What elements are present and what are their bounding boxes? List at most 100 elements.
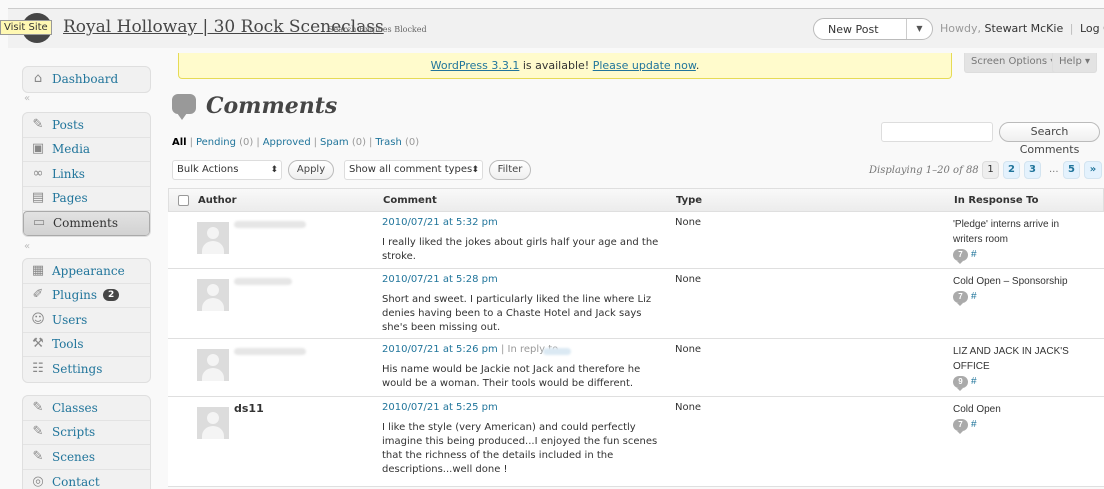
table-row: 2010/07/21 at 5:32 pm I really liked the… [168,212,1104,269]
update-now-link[interactable]: Please update now [593,59,696,72]
page-title: Comments [206,93,338,119]
comment-count-bubble-icon[interactable]: 9 [953,376,968,391]
appearance-icon: ▦ [31,262,45,278]
page-link-3[interactable]: 3 [1024,161,1041,179]
select-stepper-icon: ⬍ [270,165,278,175]
comment-count-bubble-icon[interactable]: 7 [953,419,968,434]
sidebar-item-label: Pages [52,191,88,206]
sidebar-item-settings[interactable]: ☷ Settings [23,357,150,382]
table-row: ds11 2010/07/21 at 5:25 pm I like the st… [168,397,1104,487]
avatar [197,407,229,439]
column-header-author[interactable]: Author [198,195,237,206]
comment-count-bubble-icon[interactable]: 7 [953,291,968,306]
sidebar-item-plugins[interactable]: ✐ Plugins 2 [23,284,150,308]
select-all-checkbox[interactable] [178,195,189,206]
home-icon: ⌂ [33,71,43,87]
sidebar-item-appearance[interactable]: ▦ Appearance [23,259,150,284]
filter-button[interactable]: Filter [489,160,531,180]
sidebar-item-users[interactable]: ☺ Users [23,308,150,333]
pin-icon: ✎ [32,399,44,415]
sidebar-menu-content: ✎ Posts ▣ Media ∞ Links ▤ Pages ▭ Commen… [22,112,151,237]
settings-icon: ☷ [32,361,44,377]
in-response-to: 'Pledge' interns arrive in writers room … [953,217,1088,264]
page-link-5[interactable]: 5 [1063,161,1080,179]
filter-spam-link[interactable]: Spam [320,137,349,148]
sidebar-item-links[interactable]: ∞ Links [23,162,150,187]
table-row: 2010/07/21 at 5:26 pm | In reply to His … [168,339,1104,397]
menu-separator-arrow-icon[interactable]: « [24,241,30,252]
update-notice: WordPress 3.3.1 is available! Please upd… [178,53,952,79]
tools-icon: ⚒ [32,336,44,352]
sidebar-item-tools[interactable]: ⚒ Tools [23,333,150,357]
sidebar-item-dashboard[interactable]: ⌂ Dashboard [23,67,150,92]
plugin-update-count-badge: 2 [103,289,120,302]
sidebar-item-label: Users [52,312,88,327]
plugin-icon: ✐ [32,287,44,303]
in-response-to: Cold Open 7 # [953,402,1088,434]
comment-date-link[interactable]: 2010/07/21 at 5:28 pm [382,274,498,285]
post-permalink[interactable]: # [971,249,977,260]
post-permalink[interactable]: # [971,291,977,302]
comment-date-link[interactable]: 2010/07/21 at 5:26 pm | In reply to [382,344,558,355]
sidebar-item-scripts[interactable]: ✎ Scripts [23,421,150,445]
column-header-comment: Comment [383,195,437,206]
user-profile-link[interactable]: Stewart McKie [985,22,1064,35]
apply-button[interactable]: Apply [288,160,334,180]
sidebar-item-scenes[interactable]: ✎ Scenes [23,445,150,470]
contact-icon: ◎ [32,473,44,489]
filter-approved-link[interactable]: Approved [263,137,311,148]
redacted-author-name [234,278,292,285]
in-response-to: Cold Open – Sponsorship 7 # [953,274,1088,306]
sidebar-item-pages[interactable]: ▤ Pages [23,187,150,211]
screen-options-tab[interactable]: Screen Options ▾ [964,53,1063,73]
comments-page-icon [172,94,196,120]
page-link-2[interactable]: 2 [1003,161,1020,179]
help-tab[interactable]: Help ▾ [1052,53,1097,73]
sidebar-item-media[interactable]: ▣ Media [23,138,150,162]
sidebar-item-label: Comments [53,216,118,231]
post-permalink[interactable]: # [971,419,977,430]
howdy-text: Howdy, [940,22,981,35]
admin-header: W Royal Holloway | 30 Rock Sceneclass Se… [8,8,1104,48]
pin-icon: ✎ [32,448,44,464]
sidebar-item-label: Contact [52,474,100,489]
next-page-link[interactable]: » [1084,161,1102,179]
sidebar-item-label: Classes [52,400,98,415]
filter-pending-link[interactable]: Pending [196,137,236,148]
column-header-in-response-to[interactable]: In Response To [954,195,1038,206]
comment-type: None [675,402,702,413]
sidebar-item-label: Dashboard [52,72,119,87]
table-row: 2010/07/21 at 5:28 pm Short and sweet. I… [168,269,1104,339]
comment-text: His name would be Jackie not Jack and th… [382,364,641,389]
menu-separator-arrow-icon[interactable]: « [24,93,30,104]
comment-type: None [675,274,702,285]
wordpress-version-link[interactable]: WordPress 3.3.1 [431,59,520,72]
sidebar-item-classes[interactable]: ✎ Classes [23,396,150,421]
sidebar-item-label: Posts [52,117,84,132]
pin-icon: ✎ [32,424,44,440]
sidebar-item-comments[interactable]: ▭ Comments [23,211,150,236]
post-title: 'Pledge' interns arrive in writers room [953,219,1060,245]
filter-all-link[interactable]: All [172,137,187,148]
post-title: Cold Open [953,404,1001,415]
sidebar-item-contact[interactable]: ◎ Contact [23,470,150,489]
comment-type-select[interactable]: Show all comment types ⬍ [344,160,483,180]
log-out-link[interactable]: Log Out [1080,22,1104,35]
new-post-label[interactable]: New Post [814,23,906,36]
media-icon: ▣ [31,141,45,157]
comment-author-name: ds11 [234,402,264,415]
search-comments-input[interactable] [881,122,993,142]
comment-text: I really liked the jokes about girls hal… [382,237,659,262]
sidebar-item-posts[interactable]: ✎ Posts [23,113,150,138]
sidebar-menu-admin: ▦ Appearance ✐ Plugins 2 ☺ Users ⚒ Tools… [22,258,151,383]
sidebar-item-label: Plugins [52,288,98,303]
comment-count-bubble-icon[interactable]: 7 [953,249,968,264]
post-permalink[interactable]: # [971,376,977,387]
bulk-actions-select[interactable]: Bulk Actions ⬍ [172,160,282,180]
dropdown-arrow-icon[interactable]: ▼ [906,19,932,39]
filter-trash-link[interactable]: Trash [375,137,401,148]
comment-date-link[interactable]: 2010/07/21 at 5:32 pm [382,217,498,228]
comment-date-link[interactable]: 2010/07/21 at 5:25 pm [382,402,498,413]
search-comments-button[interactable]: Search Comments [999,122,1100,156]
favorite-actions-dropdown[interactable]: New Post ▼ [813,18,933,40]
